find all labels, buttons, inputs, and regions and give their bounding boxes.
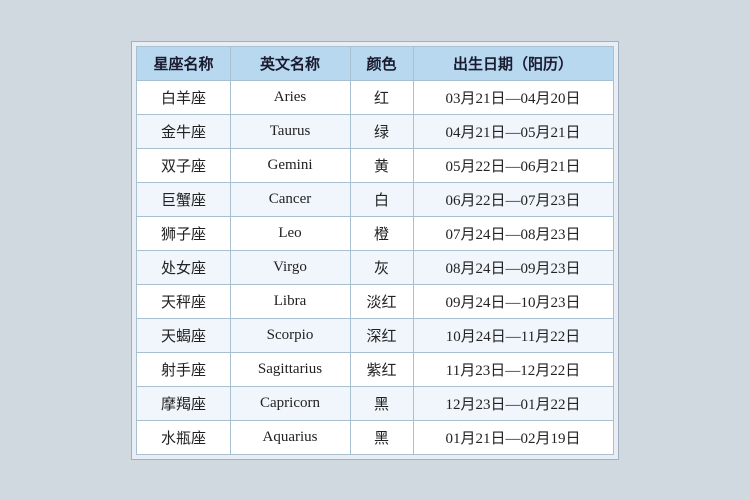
- cell-color: 黑: [350, 386, 413, 420]
- cell-date: 07月24日—08月23日: [413, 216, 613, 250]
- cell-date: 06月22日—07月23日: [413, 182, 613, 216]
- table-row: 处女座Virgo灰08月24日—09月23日: [137, 250, 613, 284]
- table-row: 天秤座Libra淡红09月24日—10月23日: [137, 284, 613, 318]
- table-row: 金牛座Taurus绿04月21日—05月21日: [137, 114, 613, 148]
- cell-english: Aquarius: [230, 420, 350, 454]
- cell-english: Scorpio: [230, 318, 350, 352]
- cell-english: Sagittarius: [230, 352, 350, 386]
- table-row: 狮子座Leo橙07月24日—08月23日: [137, 216, 613, 250]
- cell-color: 白: [350, 182, 413, 216]
- header-color: 颜色: [350, 46, 413, 80]
- cell-date: 11月23日—12月22日: [413, 352, 613, 386]
- cell-english: Taurus: [230, 114, 350, 148]
- cell-date: 09月24日—10月23日: [413, 284, 613, 318]
- zodiac-table: 星座名称 英文名称 颜色 出生日期（阳历） 白羊座Aries红03月21日—04…: [136, 46, 613, 455]
- cell-color: 黄: [350, 148, 413, 182]
- cell-chinese: 天秤座: [137, 284, 230, 318]
- cell-date: 03月21日—04月20日: [413, 80, 613, 114]
- cell-date: 04月21日—05月21日: [413, 114, 613, 148]
- cell-date: 01月21日—02月19日: [413, 420, 613, 454]
- cell-english: Leo: [230, 216, 350, 250]
- header-date: 出生日期（阳历）: [413, 46, 613, 80]
- cell-english: Libra: [230, 284, 350, 318]
- cell-color: 橙: [350, 216, 413, 250]
- header-chinese: 星座名称: [137, 46, 230, 80]
- table-row: 天蝎座Scorpio深红10月24日—11月22日: [137, 318, 613, 352]
- table-container: 星座名称 英文名称 颜色 出生日期（阳历） 白羊座Aries红03月21日—04…: [131, 41, 618, 460]
- table-row: 白羊座Aries红03月21日—04月20日: [137, 80, 613, 114]
- cell-color: 绿: [350, 114, 413, 148]
- table-row: 巨蟹座Cancer白06月22日—07月23日: [137, 182, 613, 216]
- cell-chinese: 金牛座: [137, 114, 230, 148]
- cell-english: Capricorn: [230, 386, 350, 420]
- cell-chinese: 处女座: [137, 250, 230, 284]
- cell-color: 紫红: [350, 352, 413, 386]
- table-row: 射手座Sagittarius紫红11月23日—12月22日: [137, 352, 613, 386]
- cell-date: 10月24日—11月22日: [413, 318, 613, 352]
- cell-english: Cancer: [230, 182, 350, 216]
- cell-chinese: 水瓶座: [137, 420, 230, 454]
- table-row: 双子座Gemini黄05月22日—06月21日: [137, 148, 613, 182]
- table-header-row: 星座名称 英文名称 颜色 出生日期（阳历）: [137, 46, 613, 80]
- cell-date: 08月24日—09月23日: [413, 250, 613, 284]
- cell-chinese: 天蝎座: [137, 318, 230, 352]
- cell-color: 淡红: [350, 284, 413, 318]
- cell-color: 灰: [350, 250, 413, 284]
- cell-chinese: 白羊座: [137, 80, 230, 114]
- cell-date: 12月23日—01月22日: [413, 386, 613, 420]
- cell-chinese: 巨蟹座: [137, 182, 230, 216]
- header-english: 英文名称: [230, 46, 350, 80]
- cell-chinese: 双子座: [137, 148, 230, 182]
- cell-date: 05月22日—06月21日: [413, 148, 613, 182]
- cell-chinese: 摩羯座: [137, 386, 230, 420]
- cell-english: Gemini: [230, 148, 350, 182]
- cell-color: 深红: [350, 318, 413, 352]
- cell-english: Aries: [230, 80, 350, 114]
- cell-english: Virgo: [230, 250, 350, 284]
- cell-color: 红: [350, 80, 413, 114]
- table-row: 摩羯座Capricorn黑12月23日—01月22日: [137, 386, 613, 420]
- cell-chinese: 射手座: [137, 352, 230, 386]
- cell-chinese: 狮子座: [137, 216, 230, 250]
- table-body: 白羊座Aries红03月21日—04月20日金牛座Taurus绿04月21日—0…: [137, 80, 613, 454]
- table-row: 水瓶座Aquarius黑01月21日—02月19日: [137, 420, 613, 454]
- cell-color: 黑: [350, 420, 413, 454]
